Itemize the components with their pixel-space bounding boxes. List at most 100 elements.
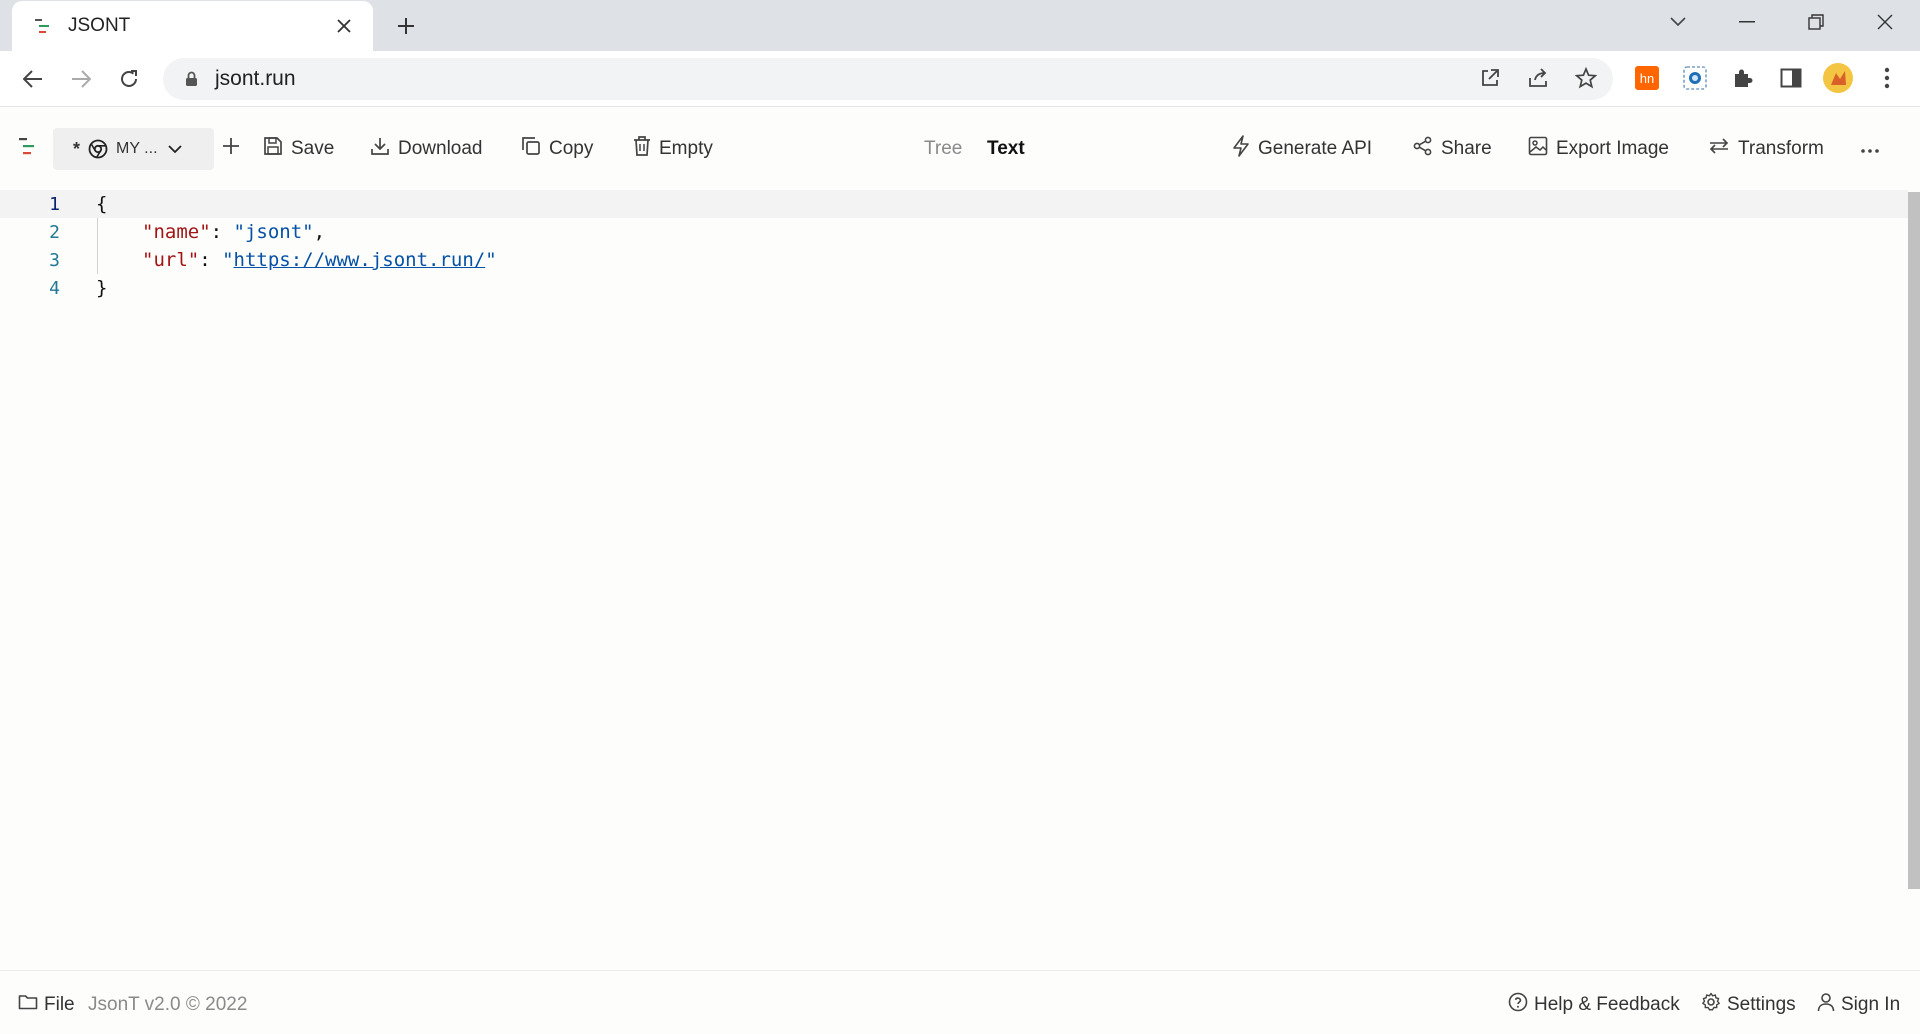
export-image-label: Export Image — [1556, 138, 1669, 159]
address-bar[interactable]: jsont.run — [163, 58, 1613, 100]
lightning-icon — [1232, 135, 1250, 163]
copy-button[interactable]: Copy — [521, 132, 593, 166]
help-feedback-label: Help & Feedback — [1534, 994, 1680, 1015]
plus-icon — [222, 137, 240, 161]
download-button[interactable]: Download — [370, 132, 483, 166]
share-button[interactable]: Share — [1413, 132, 1492, 166]
profile-avatar[interactable] — [1823, 63, 1853, 93]
download-label: Download — [398, 138, 483, 159]
transform-button[interactable]: Transform — [1708, 132, 1824, 166]
bookmark-star-icon[interactable] — [1569, 61, 1603, 95]
file-button[interactable]: File — [18, 993, 75, 1017]
code-line-3[interactable]: 3 "url": "https://www.jsont.run/" — [0, 246, 1908, 274]
copy-icon — [521, 136, 541, 162]
version-label: JsonT v2.0 © 2022 — [88, 994, 248, 1015]
save-button[interactable]: Save — [263, 132, 334, 166]
tab-search-icon[interactable] — [1648, 0, 1708, 44]
lock-icon[interactable] — [181, 71, 201, 87]
open-in-app-icon[interactable] — [1473, 61, 1507, 95]
download-icon — [370, 136, 390, 162]
empty-button[interactable]: Empty — [633, 132, 713, 166]
close-brace: } — [96, 277, 108, 299]
code-line-1[interactable]: 1 { — [0, 190, 1908, 218]
json-text-editor[interactable]: 1 { 2 "name": "jsont", 3 "url": "https:/… — [0, 190, 1908, 970]
jsont-logo-icon — [18, 137, 40, 161]
tab-tree[interactable]: Tree — [924, 138, 962, 160]
json-value-url-link[interactable]: https://www.jsont.run/ — [234, 249, 486, 271]
reload-button[interactable] — [111, 61, 147, 97]
open-brace: { — [96, 193, 108, 215]
browser-tab-jsont[interactable]: JSONT — [12, 1, 373, 51]
share-label: Share — [1441, 138, 1492, 159]
settings-button[interactable]: Settings — [1701, 992, 1796, 1018]
transform-label: Transform — [1738, 138, 1824, 159]
help-circle-icon — [1508, 992, 1528, 1018]
close-window-button[interactable] — [1855, 0, 1915, 44]
chevron-down-icon — [167, 144, 182, 154]
jsont-favicon-icon — [34, 16, 54, 36]
json-key-url: "url" — [142, 249, 200, 271]
hn-extension-icon[interactable]: hn — [1632, 63, 1662, 93]
image-icon — [1528, 136, 1548, 162]
folder-icon — [18, 994, 38, 1016]
document-selector[interactable]: * MY ... — [53, 128, 214, 170]
file-label: File — [44, 994, 75, 1015]
json-key-name: "name" — [142, 221, 211, 243]
minimize-button[interactable] — [1717, 0, 1777, 44]
status-footer: File JsonT v2.0 © 2022 Help & Feedback S… — [0, 970, 1920, 1034]
browser-tab-strip: JSONT — [0, 0, 1920, 51]
settings-label: Settings — [1727, 994, 1796, 1015]
comma: , — [313, 221, 326, 243]
transform-arrows-icon — [1708, 136, 1730, 162]
export-image-button[interactable]: Export Image — [1528, 132, 1669, 166]
gear-icon — [1701, 992, 1721, 1018]
line-number: 4 — [49, 277, 60, 299]
new-tab-button[interactable] — [388, 8, 424, 44]
sign-in-button[interactable]: Sign In — [1817, 993, 1900, 1017]
version-text: JsonT v2.0 © 2022 — [88, 993, 247, 1017]
tab-close-icon[interactable] — [327, 9, 361, 43]
screen-capture-extension-icon[interactable] — [1680, 63, 1710, 93]
code-line-4[interactable]: 4 } — [0, 274, 1908, 302]
app-menu-button[interactable] — [18, 132, 40, 166]
trash-icon — [633, 136, 651, 162]
generate-api-button[interactable]: Generate API — [1232, 132, 1372, 166]
chrome-icon — [88, 139, 108, 159]
save-label: Save — [291, 138, 335, 159]
forward-button[interactable] — [63, 61, 99, 97]
back-button[interactable] — [15, 61, 51, 97]
colon: : — [199, 249, 223, 271]
line-number: 1 — [49, 193, 60, 215]
save-icon — [263, 136, 283, 162]
editor-scrollbar[interactable] — [1908, 192, 1920, 889]
more-horizontal-icon — [1860, 138, 1880, 160]
tab-text[interactable]: Text — [987, 138, 1025, 160]
url-text: jsont.run — [215, 67, 296, 90]
copy-label: Copy — [549, 138, 594, 159]
line-number: 2 — [49, 221, 60, 243]
unsaved-indicator: * — [73, 138, 81, 159]
tab-title: JSONT — [68, 15, 131, 36]
new-document-button[interactable] — [222, 132, 240, 166]
json-value-name: "jsont" — [233, 221, 314, 243]
sidepanel-icon[interactable] — [1776, 63, 1806, 93]
code-line-2[interactable]: 2 "name": "jsont", — [0, 218, 1908, 246]
sign-in-label: Sign In — [1841, 994, 1901, 1015]
share-page-icon[interactable] — [1521, 61, 1555, 95]
quote: " — [222, 249, 234, 271]
svg-text:hn: hn — [1640, 71, 1654, 86]
quote: " — [485, 249, 497, 271]
user-icon — [1817, 992, 1835, 1018]
puzzle-icon[interactable] — [1728, 63, 1758, 93]
help-feedback-button[interactable]: Help & Feedback — [1508, 992, 1680, 1018]
restore-button[interactable] — [1786, 0, 1846, 44]
document-name: MY ... — [116, 140, 158, 157]
more-options-button[interactable] — [1860, 132, 1880, 166]
browser-address-row: jsont.run hn — [0, 51, 1920, 107]
generate-api-label: Generate API — [1258, 138, 1373, 159]
empty-label: Empty — [659, 138, 713, 159]
share-icon — [1413, 136, 1433, 162]
browser-menu-icon[interactable] — [1872, 63, 1902, 93]
app-toolbar: * MY ... Save Download Copy Empty Tree T… — [0, 108, 1920, 190]
line-number: 3 — [49, 249, 60, 271]
